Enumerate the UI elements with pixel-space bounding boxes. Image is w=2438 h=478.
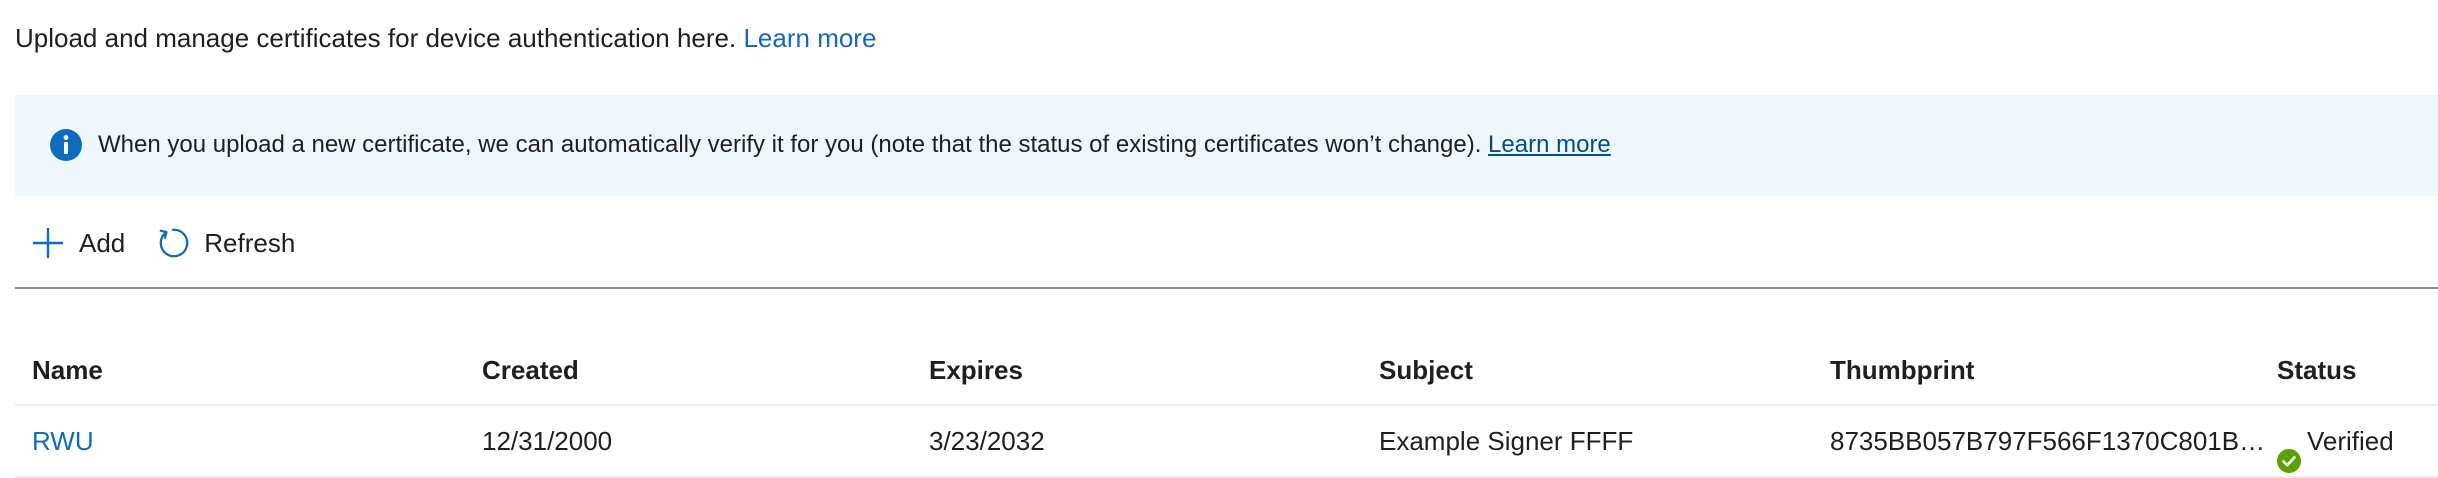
created-date: 12/31/2000	[482, 426, 613, 456]
expires-date: 3/23/2032	[929, 426, 1045, 456]
certificates-table: Name Created Expires Subject Thumbprint …	[15, 340, 2438, 478]
table-header-row: Name Created Expires Subject Thumbprint …	[15, 340, 2438, 406]
status-cell: Verified	[2277, 406, 2438, 476]
check-circle-icon	[2277, 429, 2301, 473]
command-bar: Add Refresh	[15, 218, 295, 268]
info-icon	[49, 128, 83, 162]
info-banner: When you upload a new certificate, we ca…	[15, 95, 2438, 196]
column-header-subject[interactable]: Subject	[1379, 340, 1819, 400]
thumbprint: 8735BB057B797F566F1370C801B3E...	[1830, 426, 2270, 456]
refresh-button[interactable]: Refresh	[140, 218, 295, 268]
status-text: Verified	[2307, 426, 2394, 456]
banner-message: When you upload a new certificate, we ca…	[98, 125, 1611, 165]
learn-more-link[interactable]: Learn more	[743, 23, 876, 53]
toolbar-divider	[15, 287, 2438, 289]
subject: Example Signer FFFF	[1379, 426, 1634, 456]
column-header-status[interactable]: Status	[2277, 340, 2438, 400]
refresh-button-label: Refresh	[204, 227, 296, 258]
description-text: Upload and manage certificates for devic…	[15, 23, 737, 53]
banner-learn-more-link[interactable]: Learn more	[1488, 131, 1611, 158]
refresh-icon	[156, 226, 190, 260]
column-header-thumbprint[interactable]: Thumbprint	[1830, 340, 2270, 400]
column-header-name[interactable]: Name	[32, 340, 472, 400]
certificate-name-link[interactable]: RWU	[32, 406, 472, 476]
add-button-label: Add	[79, 227, 126, 258]
table-row[interactable]: RWU 12/31/2000 3/23/2032 Example Signer …	[15, 406, 2438, 478]
banner-text: When you upload a new certificate, we ca…	[98, 131, 1482, 158]
column-header-expires[interactable]: Expires	[929, 340, 1369, 400]
add-button[interactable]: Add	[15, 218, 125, 268]
plus-icon	[31, 226, 65, 260]
column-header-created[interactable]: Created	[482, 340, 922, 400]
page-description: Upload and manage certificates for devic…	[15, 18, 876, 58]
